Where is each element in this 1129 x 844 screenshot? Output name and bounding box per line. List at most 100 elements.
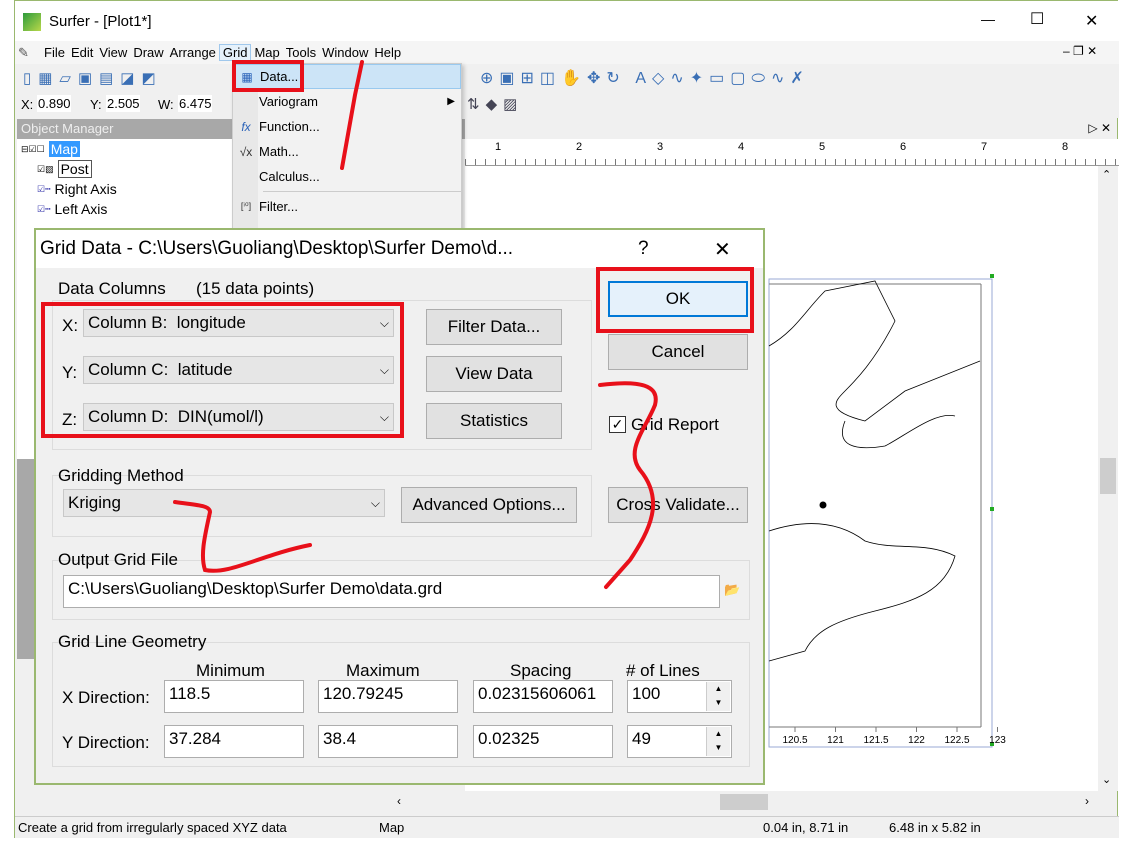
y-position-input[interactable]: 2.505 bbox=[106, 95, 140, 112]
w-label: W: bbox=[158, 97, 174, 112]
cross-validate-button[interactable]: Cross Validate... bbox=[608, 487, 748, 523]
selection-handle[interactable] bbox=[990, 507, 994, 511]
x-spacing-input[interactable]: 0.02315606061 bbox=[473, 680, 613, 713]
tree-item-map[interactable]: Map bbox=[48, 141, 80, 157]
scroll-down-icon[interactable]: ⌄ bbox=[1102, 773, 1111, 786]
scroll-left-icon[interactable]: ‹ bbox=[397, 794, 401, 808]
y-min-input[interactable]: 37.284 bbox=[164, 725, 304, 758]
axis-tick-label: 121 bbox=[827, 735, 844, 746]
menu-item-math[interactable]: √x Math... bbox=[233, 139, 461, 164]
axis-tick-label: 122.5 bbox=[944, 735, 969, 746]
cancel-button[interactable]: Cancel bbox=[608, 334, 748, 370]
vertical-scrollbar[interactable]: ⌃ ⌄ bbox=[1098, 166, 1118, 791]
menu-window[interactable]: Window bbox=[319, 45, 371, 60]
x-label: X: bbox=[21, 97, 34, 112]
selection-handle[interactable] bbox=[990, 274, 994, 278]
menu-view[interactable]: View bbox=[96, 45, 130, 60]
status-position: 0.04 in, 8.71 in bbox=[763, 820, 849, 835]
file-tools-icons[interactable]: ▯▦▱▣▤◪◩ bbox=[23, 69, 163, 87]
output-grid-path-input[interactable]: C:\Users\Guoliang\Desktop\Surfer Demo\da… bbox=[63, 575, 720, 608]
chevron-down-icon: ⌵ bbox=[370, 495, 380, 510]
x-position-input[interactable]: 0.890 bbox=[37, 95, 71, 112]
horizontal-scrollbar[interactable]: ‹ › bbox=[365, 791, 1098, 813]
menu-item-filter[interactable]: [ⁱ⁰] Filter... bbox=[233, 194, 461, 219]
scroll-thumb[interactable] bbox=[1100, 458, 1116, 494]
maximize-button[interactable]: ☐ bbox=[1030, 9, 1044, 29]
statistics-button[interactable]: Statistics bbox=[426, 403, 562, 439]
scroll-thumb-h[interactable] bbox=[720, 794, 768, 810]
menu-draw[interactable]: Draw bbox=[130, 45, 166, 60]
tree-item-post[interactable]: Post bbox=[57, 160, 92, 178]
tree-item-right-axis[interactable]: Right Axis bbox=[55, 181, 117, 197]
advanced-options-button[interactable]: Advanced Options... bbox=[401, 487, 577, 523]
axis-tick-label: 120.5 bbox=[782, 735, 807, 746]
scroll-right-icon[interactable]: › bbox=[1085, 794, 1089, 808]
output-grid-label: Output Grid File bbox=[58, 550, 178, 569]
y-spacing-input[interactable]: 0.02325 bbox=[473, 725, 613, 758]
x-max-input[interactable]: 120.79245 bbox=[318, 680, 458, 713]
maximum-header: Maximum bbox=[346, 661, 420, 680]
surfer-logo-icon bbox=[23, 13, 41, 31]
dialog-close-button[interactable]: ✕ bbox=[714, 237, 731, 262]
view-data-button[interactable]: View Data bbox=[426, 356, 562, 392]
view-draw-tools-icons[interactable]: ⊕▣⊞◫✋✥↻ A◇∿✦▭▢⬭∿✗ bbox=[480, 68, 810, 88]
map-tools-icons[interactable]: ⇅◆▨ bbox=[467, 95, 523, 113]
ruler-label: 7 bbox=[981, 141, 988, 153]
submenu-arrow-icon: ▶ bbox=[447, 96, 455, 107]
menu-grid[interactable]: Grid bbox=[218, 44, 252, 61]
map-frame[interactable]: 120.5 121 121.5 122 122.5 123 bbox=[755, 271, 1015, 751]
gridding-method-label: Gridding Method bbox=[58, 466, 184, 485]
panel-close-icon[interactable]: ▷ ✕ bbox=[1088, 121, 1111, 135]
menu-separator bbox=[263, 191, 461, 192]
menu-map[interactable]: Map bbox=[251, 45, 282, 60]
menu-file[interactable]: File bbox=[41, 45, 68, 60]
menu-edit[interactable]: Edit bbox=[68, 45, 96, 60]
x-lines-spinner[interactable]: ▲ ▼ bbox=[706, 682, 730, 711]
help-button[interactable]: ? bbox=[638, 238, 649, 260]
menu-item-label: Filter... bbox=[259, 199, 299, 214]
mdi-controls[interactable]: ‒ ❐ ✕ bbox=[1060, 44, 1100, 58]
coastline bbox=[768, 523, 956, 662]
plot-tab-strip: ▷ ✕ bbox=[465, 119, 1117, 139]
annotation-box-columns bbox=[41, 302, 404, 438]
y-direction-label: Y Direction: bbox=[62, 733, 150, 752]
pen-icon: ✎ bbox=[18, 44, 29, 60]
grid-geometry-label: Grid Line Geometry bbox=[58, 632, 207, 651]
filter-data-button[interactable]: Filter Data... bbox=[426, 309, 562, 345]
tree-item-left-axis[interactable]: Left Axis bbox=[55, 201, 108, 217]
coastline bbox=[768, 280, 981, 422]
folder-open-icon[interactable]: 📂 bbox=[724, 582, 740, 598]
y-max-input[interactable]: 38.4 bbox=[318, 725, 458, 758]
fx-icon: fx bbox=[241, 119, 251, 134]
ruler-label: 3 bbox=[657, 141, 664, 153]
scroll-up-icon[interactable]: ⌃ bbox=[1102, 168, 1111, 181]
data-points-count: (15 data points) bbox=[196, 279, 315, 298]
axis-tick-label: 123 bbox=[989, 735, 1006, 746]
menu-item-calculus[interactable]: Calculus... bbox=[233, 164, 461, 189]
menu-item-label: Math... bbox=[259, 144, 299, 159]
menu-arrange[interactable]: Arrange bbox=[167, 45, 219, 60]
annotation-box-ok bbox=[596, 267, 754, 333]
menu-item-function[interactable]: fx Function... bbox=[233, 114, 461, 139]
close-button[interactable]: ✕ bbox=[1085, 11, 1098, 31]
menu-tools[interactable]: Tools bbox=[283, 45, 319, 60]
menu-bar: ✎ File Edit View Draw Arrange Grid Map T… bbox=[15, 41, 1119, 64]
annotation-box-data-menu bbox=[232, 60, 304, 92]
width-input[interactable]: 6.475 bbox=[178, 95, 212, 112]
grid-report-checkbox[interactable]: ✓ bbox=[609, 416, 626, 433]
gridding-method-select[interactable]: Kriging ⌵ bbox=[63, 489, 385, 517]
menu-help[interactable]: Help bbox=[371, 45, 404, 60]
y-lines-spinner[interactable]: ▲ ▼ bbox=[706, 727, 730, 756]
menu-item-label: Variogram bbox=[259, 94, 319, 109]
ruler-label: 6 bbox=[900, 141, 907, 153]
ruler-label: 4 bbox=[738, 141, 745, 153]
menu-item-variogram[interactable]: Variogram ▶ bbox=[233, 89, 461, 114]
grid-report-label: Grid Report bbox=[631, 415, 719, 434]
menu-item-label: Calculus... bbox=[259, 169, 320, 184]
data-point[interactable] bbox=[819, 501, 827, 509]
minimize-button[interactable]: — bbox=[981, 11, 995, 27]
main-toolbar: ▯▦▱▣▤◪◩ ⊕▣⊞◫✋✥↻ A◇∿✦▭▢⬭∿✗ bbox=[15, 64, 1119, 91]
gridding-method-value: Kriging bbox=[68, 493, 121, 512]
x-min-input[interactable]: 118.5 bbox=[164, 680, 304, 713]
horizontal-ruler: 1 2 3 4 5 6 7 8 bbox=[465, 139, 1119, 166]
